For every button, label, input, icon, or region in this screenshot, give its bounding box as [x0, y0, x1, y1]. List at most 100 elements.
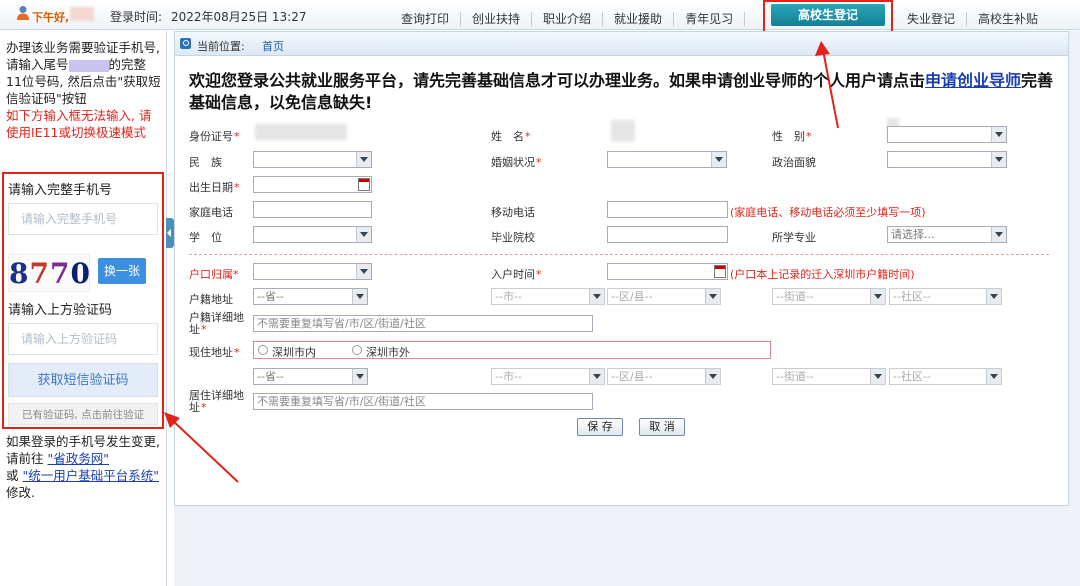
out-shenzhen-label[interactable]: 深圳市外	[366, 344, 410, 360]
ethnicity-label: 民 族	[189, 156, 222, 169]
political-select[interactable]	[887, 151, 1007, 168]
birth-date-input[interactable]	[253, 176, 372, 193]
login-time-label: 登录时间:	[110, 10, 163, 24]
political-label: 政治面貌	[772, 156, 816, 169]
verify-box: 请输入完整手机号 请输入完整手机号 8770 换一张 请输入上方验证码 请输入上…	[2, 172, 164, 429]
ethnicity-select[interactable]	[253, 151, 372, 168]
main-nav: 查询打印 创业扶持 职业介绍 就业援助 青年见习	[390, 12, 746, 30]
street-value: --街道--	[776, 290, 814, 303]
foot-text-2: 修改.	[6, 485, 35, 500]
captcha-label: 请输入上方验证码	[8, 303, 113, 318]
greeting-text: 下午好,	[32, 11, 70, 24]
in-shenzhen-radio[interactable]	[258, 345, 268, 355]
hukou-district-select[interactable]: --区/县--	[607, 288, 721, 305]
sidebar-collapse-handle[interactable]	[166, 218, 174, 248]
nav-graduate-registration[interactable]: 高校生登记	[771, 4, 885, 26]
id-card-redacted	[255, 124, 347, 140]
live-district-select[interactable]: --区/县--	[607, 368, 721, 385]
main-area: 当前位置: 首页 欢迎您登录公共就业服务平台，请先完善基础信息才可以办理业务。如…	[174, 31, 1080, 586]
apply-mentor-link[interactable]: 申请创业导师	[925, 71, 1021, 90]
captcha-char: 8	[9, 257, 30, 290]
province-value: --省--	[257, 370, 284, 383]
marital-select[interactable]	[607, 151, 727, 168]
major-select[interactable]: 请选择...	[887, 226, 1007, 243]
hukou-address-label: 户籍地址	[189, 293, 233, 306]
chevron-down-icon	[360, 269, 368, 274]
user-icon	[17, 6, 29, 20]
mobile-label: 移动电话	[491, 206, 535, 219]
login-time-value: 2022年08月25日 13:27	[171, 10, 307, 24]
provincial-gov-link[interactable]: "省政务网"	[48, 451, 110, 466]
chevron-down-icon	[990, 374, 998, 379]
nav-youth-trainee[interactable]: 青年见习	[674, 12, 746, 26]
hukou-detail-label: 户籍详细地址	[189, 312, 253, 336]
live-detail-input[interactable]: 不需要重复填写省/市/区/街道/社区	[253, 393, 593, 410]
home-phone-input[interactable]	[253, 201, 372, 218]
live-province-select[interactable]: --省--	[253, 368, 368, 385]
calendar-icon[interactable]	[714, 265, 726, 278]
get-sms-code-button[interactable]: 获取短信验证码	[8, 363, 158, 397]
nav-graduate-subsidy[interactable]: 高校生补贴	[967, 12, 1049, 26]
current-address-radio-group: 深圳市内 深圳市外	[253, 341, 771, 359]
location-icon	[180, 38, 191, 49]
move-in-date-input[interactable]	[607, 263, 728, 280]
hukou-city-select[interactable]: --市--	[491, 288, 605, 305]
phone-tail-redacted	[68, 59, 109, 72]
captcha-input[interactable]: 请输入上方验证码	[8, 323, 158, 355]
hukou-street-select[interactable]: --街道--	[772, 288, 886, 305]
gender-select[interactable]	[887, 126, 1007, 143]
chevron-down-icon	[990, 294, 998, 299]
nav-job-intro[interactable]: 职业介绍	[532, 12, 604, 26]
unified-user-platform-link[interactable]: "统一用户基础平台系统"	[23, 468, 160, 483]
live-community-select[interactable]: --社区--	[889, 368, 1002, 385]
sidebar-intro: 办理该业务需要验证手机号, 请输入尾号 的完整11位号码, 然后点击"获取短信验证…	[6, 39, 161, 141]
has-code-button[interactable]: 已有验证码, 点击前往验证	[8, 403, 158, 425]
chevron-down-icon	[995, 132, 1003, 137]
captcha-image[interactable]: 8770	[8, 254, 90, 292]
live-city-select[interactable]: --市--	[491, 368, 605, 385]
captcha-char: 7	[29, 257, 50, 290]
degree-select[interactable]	[253, 226, 372, 243]
nav-employment-aid[interactable]: 就业援助	[603, 12, 675, 26]
city-value: --市--	[495, 290, 522, 303]
foot-or: 或	[6, 468, 19, 483]
calendar-icon[interactable]	[358, 178, 370, 191]
save-button[interactable]: 保 存	[577, 418, 623, 436]
hukou-label-text: 户口归属	[189, 268, 233, 281]
school-input[interactable]	[607, 226, 728, 243]
live-street-select[interactable]: --街道--	[772, 368, 886, 385]
phone-input[interactable]: 请输入完整手机号	[8, 203, 158, 235]
sidebar: 办理该业务需要验证手机号, 请输入尾号 的完整11位号码, 然后点击"获取短信验证…	[0, 31, 167, 586]
refresh-captcha-button[interactable]: 换一张	[98, 258, 146, 284]
district-value: --区/县--	[611, 370, 653, 383]
id-card-label: 身份证号	[189, 128, 240, 144]
street-value: --街道--	[776, 370, 814, 383]
in-shenzhen-label[interactable]: 深圳市内	[272, 344, 316, 360]
home-phone-label: 家庭电话	[189, 206, 233, 219]
current-address-label: 现住地址	[189, 344, 240, 360]
hukou-province-select[interactable]: --省--	[253, 288, 368, 305]
hukou-community-select[interactable]: --社区--	[889, 288, 1002, 305]
chevron-down-icon	[356, 294, 364, 299]
community-value: --社区--	[893, 370, 931, 383]
nav-startup-support[interactable]: 创业扶持	[461, 12, 533, 26]
breadcrumb-home[interactable]: 首页	[262, 38, 284, 54]
out-shenzhen-radio[interactable]	[352, 345, 362, 355]
hukou-select[interactable]	[253, 263, 372, 280]
hukou-label: 户口归属*	[189, 268, 239, 281]
mobile-input[interactable]	[607, 201, 728, 218]
name-redacted	[611, 120, 635, 142]
hukou-detail-input[interactable]: 不需要重复填写省/市/区/街道/社区	[253, 315, 593, 332]
phone-label: 请输入完整手机号	[8, 183, 113, 198]
city-value: --市--	[495, 370, 522, 383]
move-in-label: 入户时间	[491, 266, 542, 282]
chevron-down-icon	[360, 232, 368, 237]
nav-unemployment-registration[interactable]: 失业登记	[896, 12, 968, 26]
nav-query-print[interactable]: 查询打印	[390, 12, 462, 26]
save-label: 保 存	[587, 420, 613, 433]
chevron-down-icon	[593, 294, 601, 299]
top-bar: 下午好, 登录时间: 2022年08月25日 13:27 查询打印 创业扶持 职…	[0, 0, 1080, 36]
cancel-button[interactable]: 取 消	[639, 418, 685, 436]
chevron-down-icon	[709, 374, 717, 379]
chevron-down-icon	[995, 232, 1003, 237]
